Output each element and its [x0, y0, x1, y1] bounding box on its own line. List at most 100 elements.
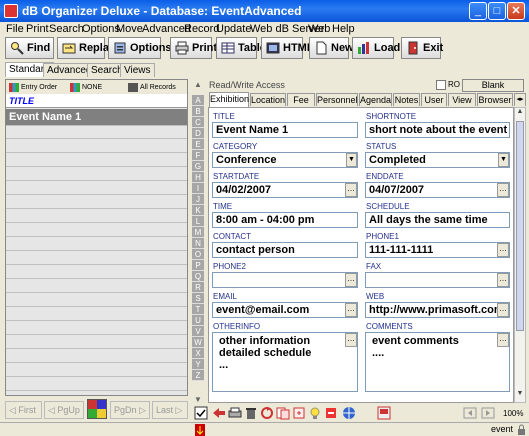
- replace-button[interactable]: Replace: [57, 37, 121, 59]
- letter-s[interactable]: S: [192, 293, 204, 304]
- letter-l[interactable]: L: [192, 216, 204, 227]
- comments-textarea[interactable]: event comments ....: [365, 332, 510, 392]
- record-grid-icon[interactable]: [87, 399, 107, 419]
- print-button[interactable]: Print: [170, 37, 217, 59]
- letter-u[interactable]: U: [192, 315, 204, 326]
- letter-w[interactable]: W: [192, 337, 204, 348]
- tab-scroll-arrows-icon[interactable]: ◂▸: [514, 93, 526, 106]
- menu-options[interactable]: Options: [82, 23, 120, 35]
- pgdn-button[interactable]: PgDn ▷: [110, 401, 150, 419]
- all-records-button[interactable]: All Records: [128, 81, 176, 93]
- tab-user[interactable]: User: [421, 93, 447, 106]
- entry-order-button[interactable]: Entry Order: [9, 81, 57, 93]
- lightbulb-icon[interactable]: [308, 406, 322, 420]
- menu-search[interactable]: Search: [49, 23, 84, 35]
- phone2-lookup-button[interactable]: …: [345, 273, 357, 287]
- trash-icon[interactable]: [244, 406, 258, 420]
- tab-notes[interactable]: Notes: [393, 93, 420, 106]
- phone1-field[interactable]: 111-111-1111: [365, 242, 510, 258]
- list-item[interactable]: Event Name 1: [6, 109, 187, 126]
- attachment-icon[interactable]: [324, 406, 338, 420]
- sort-none-button[interactable]: NONE: [70, 81, 102, 93]
- tab-agenda[interactable]: Agenda: [359, 93, 392, 106]
- letter-k[interactable]: K: [192, 205, 204, 216]
- tab-location[interactable]: Location: [250, 93, 286, 106]
- save-image-icon[interactable]: [377, 406, 391, 420]
- menu-web[interactable]: Web: [308, 23, 330, 35]
- maximize-button[interactable]: □: [488, 2, 506, 20]
- last-button[interactable]: Last ▷: [152, 401, 188, 419]
- menu-move[interactable]: Move: [116, 23, 143, 35]
- letter-c[interactable]: C: [192, 117, 204, 128]
- email-field[interactable]: event@email.com: [212, 302, 358, 318]
- refresh-icon[interactable]: [260, 406, 274, 420]
- letter-h[interactable]: H: [192, 172, 204, 183]
- letter-y[interactable]: Y: [192, 359, 204, 370]
- phone1-lookup-button[interactable]: …: [497, 243, 509, 257]
- schedule-field[interactable]: All days the same time: [365, 212, 510, 228]
- letter-i[interactable]: I: [192, 183, 204, 194]
- letter-b[interactable]: B: [192, 106, 204, 117]
- checkbox-icon[interactable]: [194, 406, 208, 420]
- tab-fee[interactable]: Fee: [287, 93, 315, 106]
- letter-p[interactable]: P: [192, 260, 204, 271]
- list-column-header[interactable]: TITLE: [6, 94, 187, 108]
- read-only-checkbox[interactable]: [436, 80, 446, 90]
- menu-help[interactable]: Help: [332, 23, 355, 35]
- find-button[interactable]: Find: [5, 37, 54, 59]
- title-field[interactable]: Event Name 1: [212, 122, 358, 138]
- scroll-up-arrow-icon[interactable]: ▲: [192, 80, 204, 93]
- letter-z[interactable]: Z: [192, 370, 204, 381]
- form-scrollbar[interactable]: ▲ ▼: [514, 107, 526, 403]
- pgup-button[interactable]: ◁ PgUp: [44, 401, 84, 419]
- tab-exhibition[interactable]: Exhibition: [209, 92, 249, 107]
- letter-x[interactable]: X: [192, 348, 204, 359]
- web-field[interactable]: http://www.primasoft.com: [365, 302, 510, 318]
- load-button[interactable]: Load: [352, 37, 400, 59]
- letter-v[interactable]: V: [192, 326, 204, 337]
- close-button[interactable]: ✕: [507, 2, 525, 20]
- tab-views[interactable]: Views: [120, 63, 155, 77]
- letter-j[interactable]: J: [192, 194, 204, 205]
- menu-file[interactable]: File: [6, 23, 24, 35]
- options-button[interactable]: Options: [108, 37, 172, 59]
- exit-button[interactable]: Exit: [401, 37, 443, 59]
- nav-right-icon[interactable]: [481, 406, 495, 420]
- back-arrow-icon[interactable]: [212, 406, 226, 420]
- shortnote-field[interactable]: short note about the event: [365, 122, 510, 138]
- first-button[interactable]: ◁ First: [5, 401, 42, 419]
- otherinfo-textarea[interactable]: other information detailed schedule ...: [212, 332, 358, 392]
- menu-update[interactable]: Update: [216, 23, 251, 35]
- enddate-field[interactable]: 04/07/2007: [365, 182, 510, 198]
- status-select[interactable]: Completed: [365, 152, 510, 168]
- tab-view[interactable]: View: [448, 93, 476, 106]
- contact-field[interactable]: contact person: [212, 242, 358, 258]
- otherinfo-expand-button[interactable]: …: [345, 333, 357, 347]
- tab-personnel[interactable]: Personnel: [316, 93, 358, 106]
- startdate-field[interactable]: 04/02/2007: [212, 182, 358, 198]
- blank-button[interactable]: Blank: [462, 79, 524, 92]
- nav-left-icon[interactable]: [463, 406, 477, 420]
- menu-print[interactable]: Print: [26, 23, 49, 35]
- date-picker-button[interactable]: …: [497, 183, 509, 197]
- table-button[interactable]: Table: [216, 37, 266, 59]
- letter-e[interactable]: E: [192, 139, 204, 150]
- letter-t[interactable]: T: [192, 304, 204, 315]
- tab-browser[interactable]: Browser: [477, 93, 513, 106]
- globe-icon[interactable]: [342, 406, 356, 420]
- letter-g[interactable]: G: [192, 161, 204, 172]
- chevron-down-icon[interactable]: ▼: [346, 153, 357, 167]
- fax-field[interactable]: [365, 272, 510, 288]
- phone2-field[interactable]: [212, 272, 358, 288]
- email-send-button[interactable]: …: [345, 303, 357, 317]
- print-record-icon[interactable]: [228, 406, 242, 420]
- letter-r[interactable]: R: [192, 282, 204, 293]
- date-picker-button[interactable]: …: [345, 183, 357, 197]
- letter-n[interactable]: N: [192, 238, 204, 249]
- scrollbar-thumb[interactable]: [516, 121, 524, 331]
- category-select[interactable]: Conference: [212, 152, 358, 168]
- letter-q[interactable]: Q: [192, 271, 204, 282]
- letter-m[interactable]: M: [192, 227, 204, 238]
- duplicate-record-icon[interactable]: [292, 406, 306, 420]
- web-open-button[interactable]: …: [497, 303, 509, 317]
